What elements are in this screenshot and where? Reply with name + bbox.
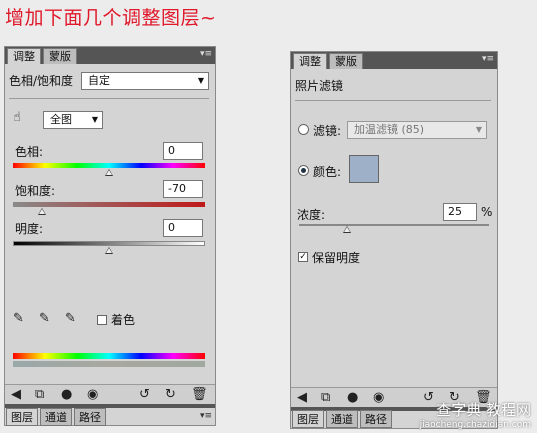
panel-menu-icon[interactable]: ▾≡: [482, 54, 494, 64]
colorize-checkbox[interactable]: [97, 315, 107, 325]
preset-dropdown[interactable]: 自定 ▼: [81, 72, 209, 90]
divider: [295, 100, 491, 101]
tab-adjustments[interactable]: 调整: [293, 53, 327, 69]
lightness-label: 明度:: [15, 222, 44, 236]
panel-tabstrip: 调整 蒙版 ▾≡: [5, 47, 215, 64]
tab-channels[interactable]: 通道: [40, 408, 72, 426]
chevron-down-icon: ▼: [91, 115, 98, 124]
back-arrow-icon[interactable]: ◀: [297, 391, 307, 405]
color-swatch[interactable]: [349, 155, 379, 183]
tab-channels[interactable]: 通道: [326, 410, 358, 428]
view-previous-icon[interactable]: ↺: [139, 388, 150, 402]
channel-dropdown[interactable]: 全图 ▼: [43, 111, 103, 129]
color-label: 颜色:: [313, 165, 342, 179]
bottom-panel-menu-icon[interactable]: ▾≡: [200, 411, 212, 421]
trash-icon[interactable]: 🗑: [191, 388, 208, 402]
hue-slider-thumb[interactable]: [105, 169, 113, 176]
saturation-slider-thumb[interactable]: [37, 208, 46, 215]
lightness-slider-thumb[interactable]: [105, 247, 113, 254]
density-slider-thumb[interactable]: [342, 226, 351, 233]
density-slider-track[interactable]: [299, 224, 489, 226]
clip-to-layer-icon[interactable]: ●: [347, 391, 358, 405]
visibility-eye-icon[interactable]: ◉: [373, 391, 384, 405]
tab-layers[interactable]: 图层: [6, 408, 38, 426]
color-spectrum-bar-bottom: [13, 361, 205, 367]
preset-value: 自定: [88, 74, 110, 87]
tab-masks[interactable]: 蒙版: [329, 53, 363, 69]
saturation-slider-track[interactable]: [13, 202, 205, 207]
preserve-luminosity-checkbox[interactable]: ✓: [298, 252, 308, 262]
panel-tabstrip: 调整 蒙版 ▾≡: [291, 52, 497, 69]
filter-label: 滤镜:: [313, 124, 342, 138]
adjustment-title: 色相/饱和度: [9, 74, 74, 88]
chevron-down-icon: ▼: [197, 76, 204, 85]
eyedropper-icon[interactable]: ✎: [13, 312, 24, 326]
adjustment-title: 照片滤镜: [295, 79, 344, 93]
on-image-adjust-hand-icon[interactable]: ☝: [13, 111, 21, 125]
lightness-slider-track[interactable]: [13, 241, 205, 246]
saturation-value-field[interactable]: -70: [163, 180, 203, 198]
hue-value-field[interactable]: 0: [163, 142, 203, 160]
color-spectrum-bar-top: [13, 353, 205, 359]
divider: [9, 98, 209, 99]
hue-label: 色相:: [15, 145, 44, 159]
colorize-label: 着色: [111, 313, 136, 327]
expand-view-icon[interactable]: ⧉: [35, 388, 44, 402]
expand-view-icon[interactable]: ⧉: [321, 391, 330, 405]
color-radio[interactable]: [298, 165, 309, 176]
panel-bottom-toolbar: ◀ ⧉ ● ◉ ↺ ↻ 🗑: [5, 384, 215, 404]
adjustments-panel-hue-saturation: 调整 蒙版 ▾≡ 色相/饱和度 自定 ▼ ☝ 全图 ▼ 色相: 0 饱和度: -…: [4, 46, 216, 426]
density-label: 浓度:: [297, 208, 326, 222]
hue-slider-track[interactable]: [13, 163, 205, 168]
eyedropper-minus-icon[interactable]: ✎: [65, 312, 76, 326]
watermark-url: jiaocheng.chazidian.com: [419, 420, 531, 430]
lightness-value-field[interactable]: 0: [163, 219, 203, 237]
watermark: 查字典 教程网 jiaocheng.chazidian.com: [420, 399, 531, 430]
panel-menu-icon[interactable]: ▾≡: [200, 49, 212, 59]
tab-adjustments[interactable]: 调整: [7, 48, 41, 64]
chevron-down-icon: ▼: [475, 125, 482, 134]
density-unit: %: [481, 205, 493, 219]
adjustments-panel-photo-filter: 调整 蒙版 ▾≡ 照片滤镜 滤镜: 加温滤镜 (85) ▼ 颜色: 浓度: 25…: [290, 51, 498, 429]
filter-radio[interactable]: [298, 124, 309, 135]
tab-masks[interactable]: 蒙版: [43, 48, 77, 64]
tab-paths[interactable]: 路径: [74, 408, 106, 426]
visibility-eye-icon[interactable]: ◉: [87, 388, 98, 402]
tab-layers[interactable]: 图层: [292, 410, 324, 428]
preserve-luminosity-label: 保留明度: [312, 251, 361, 265]
tab-paths[interactable]: 路径: [360, 410, 392, 428]
channel-value: 全图: [50, 113, 72, 126]
clip-to-layer-icon[interactable]: ●: [61, 388, 72, 402]
density-value-field[interactable]: 25: [443, 203, 477, 221]
filter-dropdown[interactable]: 加温滤镜 (85) ▼: [347, 121, 487, 139]
watermark-text: 查字典 教程网: [436, 401, 531, 419]
headline: 增加下面几个调整图层~: [5, 7, 217, 29]
reset-icon[interactable]: ↻: [165, 388, 176, 402]
back-arrow-icon[interactable]: ◀: [11, 388, 21, 402]
filter-value: 加温滤镜 (85): [354, 123, 425, 136]
saturation-label: 饱和度:: [15, 184, 56, 198]
eyedropper-plus-icon[interactable]: ✎: [39, 312, 50, 326]
